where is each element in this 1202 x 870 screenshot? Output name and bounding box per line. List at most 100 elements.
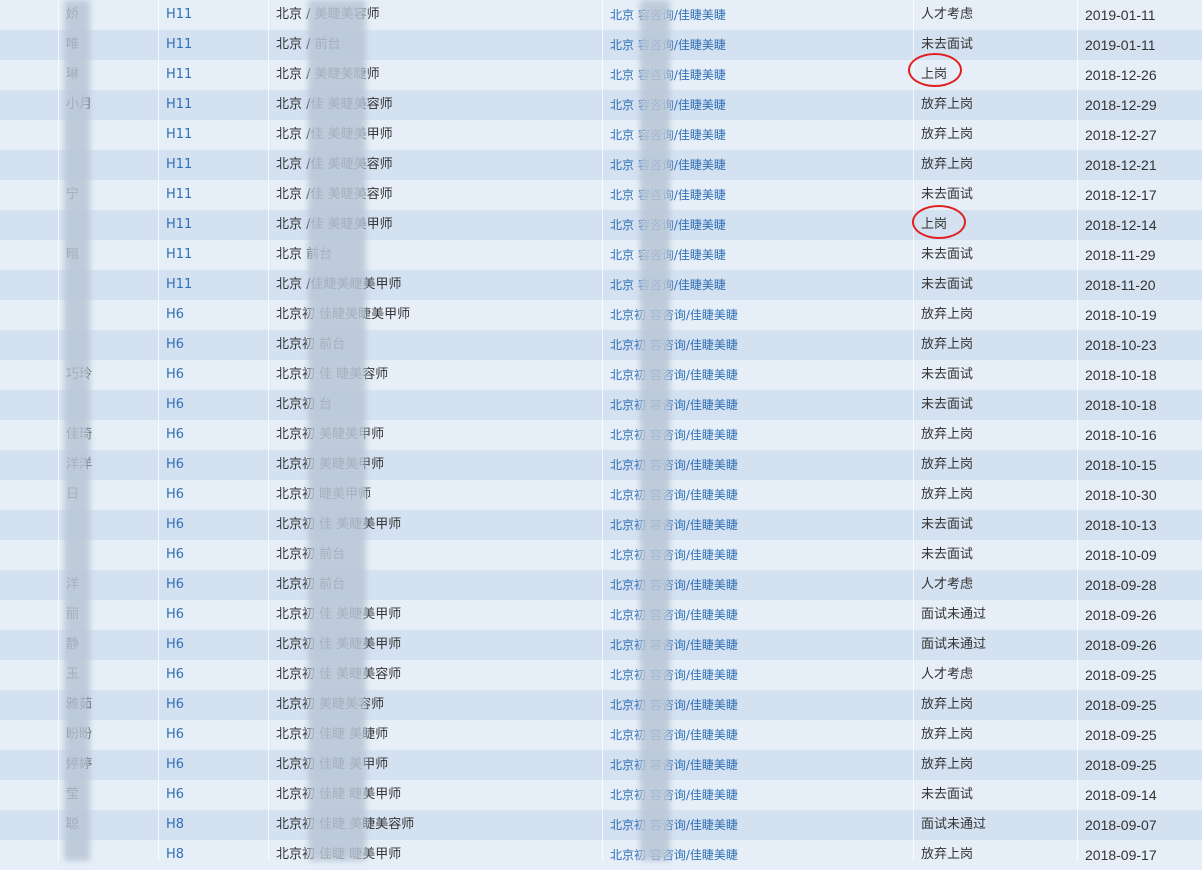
- status-text: 人才考虑: [921, 667, 974, 682]
- table-row[interactable]: 暗H11北京 前台北京 容咨询/佳睫美睫未去面试2018-11-29: [0, 240, 1202, 270]
- project-code-link[interactable]: H6: [158, 300, 268, 330]
- table-row[interactable]: 琳H11北京 / 美睫美睫师北京 容咨询/佳睫美睫上岗2018-12-26: [0, 60, 1202, 90]
- table-row[interactable]: 盼盼H6北京初 佳睫 美睫师北京初 容咨询/佳睫美睫放弃上岗2018-09-25: [0, 720, 1202, 750]
- project-code-link[interactable]: H11: [158, 180, 268, 210]
- table-row[interactable]: 唯H11北京 / 前台北京 容咨询/佳睫美睫未去面试2019-01-11: [0, 30, 1202, 60]
- status-text: 放弃上岗: [921, 757, 974, 772]
- project-code-link[interactable]: H11: [158, 0, 268, 30]
- project-code-link[interactable]: H6: [158, 780, 268, 810]
- date-text: 2018-10-19: [1085, 307, 1157, 323]
- project-code-link[interactable]: H6: [158, 720, 268, 750]
- column-divider: [58, 0, 59, 861]
- table-row[interactable]: H11北京 /佳 美睫美甲师北京 容咨询/佳睫美睫上岗2018-12-14: [0, 210, 1202, 240]
- status-text: 放弃上岗: [921, 847, 974, 862]
- project-code-link[interactable]: H11: [158, 30, 268, 60]
- table-row[interactable]: 佳琦H6北京初 美睫美甲师北京初 容咨询/佳睫美睫放弃上岗2018-10-16: [0, 420, 1202, 450]
- highlight-circle: [908, 53, 962, 87]
- table-row[interactable]: 娇H11北京 / 美睫美容师北京 容咨询/佳睫美睫人才考虑2019-01-11: [0, 0, 1202, 30]
- table-row[interactable]: H11北京 /佳睫美睫美甲师北京 容咨询/佳睫美睫未去面试2018-11-20: [0, 270, 1202, 300]
- status-text: 放弃上岗: [921, 307, 974, 322]
- status-text: 面试未通过: [921, 607, 987, 622]
- date-text: 2018-09-25: [1085, 697, 1157, 713]
- project-code-link[interactable]: H6: [158, 510, 268, 540]
- table-row[interactable]: H6北京初 前台北京初 容咨询/佳睫美睫未去面试2018-10-09: [0, 540, 1202, 570]
- table-row[interactable]: 玉H6北京初 佳 美睫美容师北京初 容咨询/佳睫美睫人才考虑2018-09-25: [0, 660, 1202, 690]
- table-row[interactable]: H6北京初 佳 美睫美甲师北京初 容咨询/佳睫美睫未去面试2018-10-13: [0, 510, 1202, 540]
- table-row[interactable]: 聪H8北京初 佳睫 美睫美容师北京初 容咨询/佳睫美睫面试未通过2018-09-…: [0, 810, 1202, 840]
- table-row[interactable]: 雅茹H6北京初 美睫美容师北京初 容咨询/佳睫美睫放弃上岗2018-09-25: [0, 690, 1202, 720]
- date-text: 2018-10-09: [1085, 547, 1157, 563]
- table-row[interactable]: H8北京初 佳睫 睫美甲师北京初 容咨询/佳睫美睫放弃上岗2018-09-17: [0, 840, 1202, 870]
- date-text: 2018-09-07: [1085, 817, 1157, 833]
- table-row[interactable]: 莹H6北京初 佳睫 睫美甲师北京初 容咨询/佳睫美睫未去面试2018-09-14: [0, 780, 1202, 810]
- project-code-link[interactable]: H11: [158, 90, 268, 120]
- status-text: 放弃上岗: [921, 97, 974, 112]
- project-code-link[interactable]: H6: [158, 360, 268, 390]
- results-table: 娇H11北京 / 美睫美容师北京 容咨询/佳睫美睫人才考虑2019-01-11唯…: [0, 0, 1202, 870]
- project-code-link[interactable]: H6: [158, 600, 268, 630]
- project-code-link[interactable]: H11: [158, 150, 268, 180]
- status-text: 未去面试: [921, 547, 974, 562]
- project-code-link[interactable]: H11: [158, 120, 268, 150]
- project-code-link[interactable]: H6: [158, 480, 268, 510]
- status-text: 未去面试: [921, 787, 974, 802]
- table-row[interactable]: 小月H11北京 /佳 美睫美容师北京 容咨询/佳睫美睫放弃上岗2018-12-2…: [0, 90, 1202, 120]
- date-text: 2018-10-18: [1085, 397, 1157, 413]
- project-code-link[interactable]: H8: [158, 840, 268, 870]
- project-code-link[interactable]: H6: [158, 660, 268, 690]
- status-text: 放弃上岗: [921, 127, 974, 142]
- status-text: 未去面试: [921, 397, 974, 412]
- table-row[interactable]: H6北京初 前台北京初 容咨询/佳睫美睫放弃上岗2018-10-23: [0, 330, 1202, 360]
- status-text: 放弃上岗: [921, 727, 974, 742]
- status-text: 未去面试: [921, 277, 974, 292]
- date-text: 2018-09-26: [1085, 637, 1157, 653]
- table-row[interactable]: 丽H6北京初 佳 美睫美甲师北京初 容咨询/佳睫美睫面试未通过2018-09-2…: [0, 600, 1202, 630]
- project-code-link[interactable]: H6: [158, 750, 268, 780]
- project-code-link[interactable]: H11: [158, 60, 268, 90]
- date-text: 2018-12-29: [1085, 97, 1157, 113]
- table-row[interactable]: H6北京初 佳睫美睫美甲师北京初 容咨询/佳睫美睫放弃上岗2018-10-19: [0, 300, 1202, 330]
- table-row[interactable]: 日H6北京初 睫美甲师北京初 容咨询/佳睫美睫放弃上岗2018-10-30: [0, 480, 1202, 510]
- project-code-link[interactable]: H11: [158, 270, 268, 300]
- project-code-link[interactable]: H6: [158, 450, 268, 480]
- date-text: 2019-01-11: [1085, 37, 1156, 53]
- status-text: 人才考虑: [921, 577, 974, 592]
- date-text: 2018-09-26: [1085, 607, 1157, 623]
- project-code-link[interactable]: H6: [158, 390, 268, 420]
- table-row[interactable]: 静H6北京初 佳 美睫美甲师北京初 容咨询/佳睫美睫面试未通过2018-09-2…: [0, 630, 1202, 660]
- date-text: 2018-10-18: [1085, 367, 1157, 383]
- project-code-link[interactable]: H6: [158, 630, 268, 660]
- project-code-link[interactable]: H6: [158, 690, 268, 720]
- date-text: 2018-09-17: [1085, 847, 1157, 863]
- project-code-link[interactable]: H6: [158, 570, 268, 600]
- table-row[interactable]: 婷婷H6北京初 佳睫 美甲师北京初 容咨询/佳睫美睫放弃上岗2018-09-25: [0, 750, 1202, 780]
- project-code-link[interactable]: H11: [158, 210, 268, 240]
- privacy-blur: [308, 0, 366, 861]
- project-code-link[interactable]: H8: [158, 810, 268, 840]
- status-text: 未去面试: [921, 517, 974, 532]
- table-row[interactable]: 宁H11北京 /佳 美睫美容师北京 容咨询/佳睫美睫未去面试2018-12-17: [0, 180, 1202, 210]
- date-text: 2018-12-26: [1085, 67, 1157, 83]
- date-text: 2018-11-29: [1085, 247, 1156, 263]
- project-code-link[interactable]: H11: [158, 240, 268, 270]
- date-text: 2018-10-30: [1085, 487, 1157, 503]
- project-code-link[interactable]: H6: [158, 330, 268, 360]
- table-row[interactable]: 巧玲H6北京初 佳 睫美容师北京初 容咨询/佳睫美睫未去面试2018-10-18: [0, 360, 1202, 390]
- project-code-link[interactable]: H6: [158, 540, 268, 570]
- date-text: 2018-12-21: [1085, 157, 1157, 173]
- status-text: 人才考虑: [921, 7, 974, 22]
- status-text: 放弃上岗: [921, 697, 974, 712]
- table-row[interactable]: H11北京 /佳 美睫美容师北京 容咨询/佳睫美睫放弃上岗2018-12-21: [0, 150, 1202, 180]
- date-text: 2018-10-23: [1085, 337, 1157, 353]
- table-row[interactable]: 洋洋H6北京初 美睫美甲师北京初 容咨询/佳睫美睫放弃上岗2018-10-15: [0, 450, 1202, 480]
- table-row[interactable]: H6 北京初 台北京初 容咨询/佳睫美睫 未去面试 2018-10-18: [0, 390, 1202, 420]
- status-text: 未去面试: [921, 367, 974, 382]
- date-text: 2018-10-16: [1085, 427, 1157, 443]
- table-row[interactable]: H11北京 /佳 美睫美甲师北京 容咨询/佳睫美睫放弃上岗2018-12-27: [0, 120, 1202, 150]
- column-divider: [913, 0, 914, 861]
- table-row[interactable]: 洋H6北京初 前台北京初 容咨询/佳睫美睫人才考虑2018-09-28: [0, 570, 1202, 600]
- status-text: 未去面试: [921, 247, 974, 262]
- project-code-link[interactable]: H6: [158, 420, 268, 450]
- column-divider: [602, 0, 603, 861]
- date-text: 2018-09-14: [1085, 787, 1157, 803]
